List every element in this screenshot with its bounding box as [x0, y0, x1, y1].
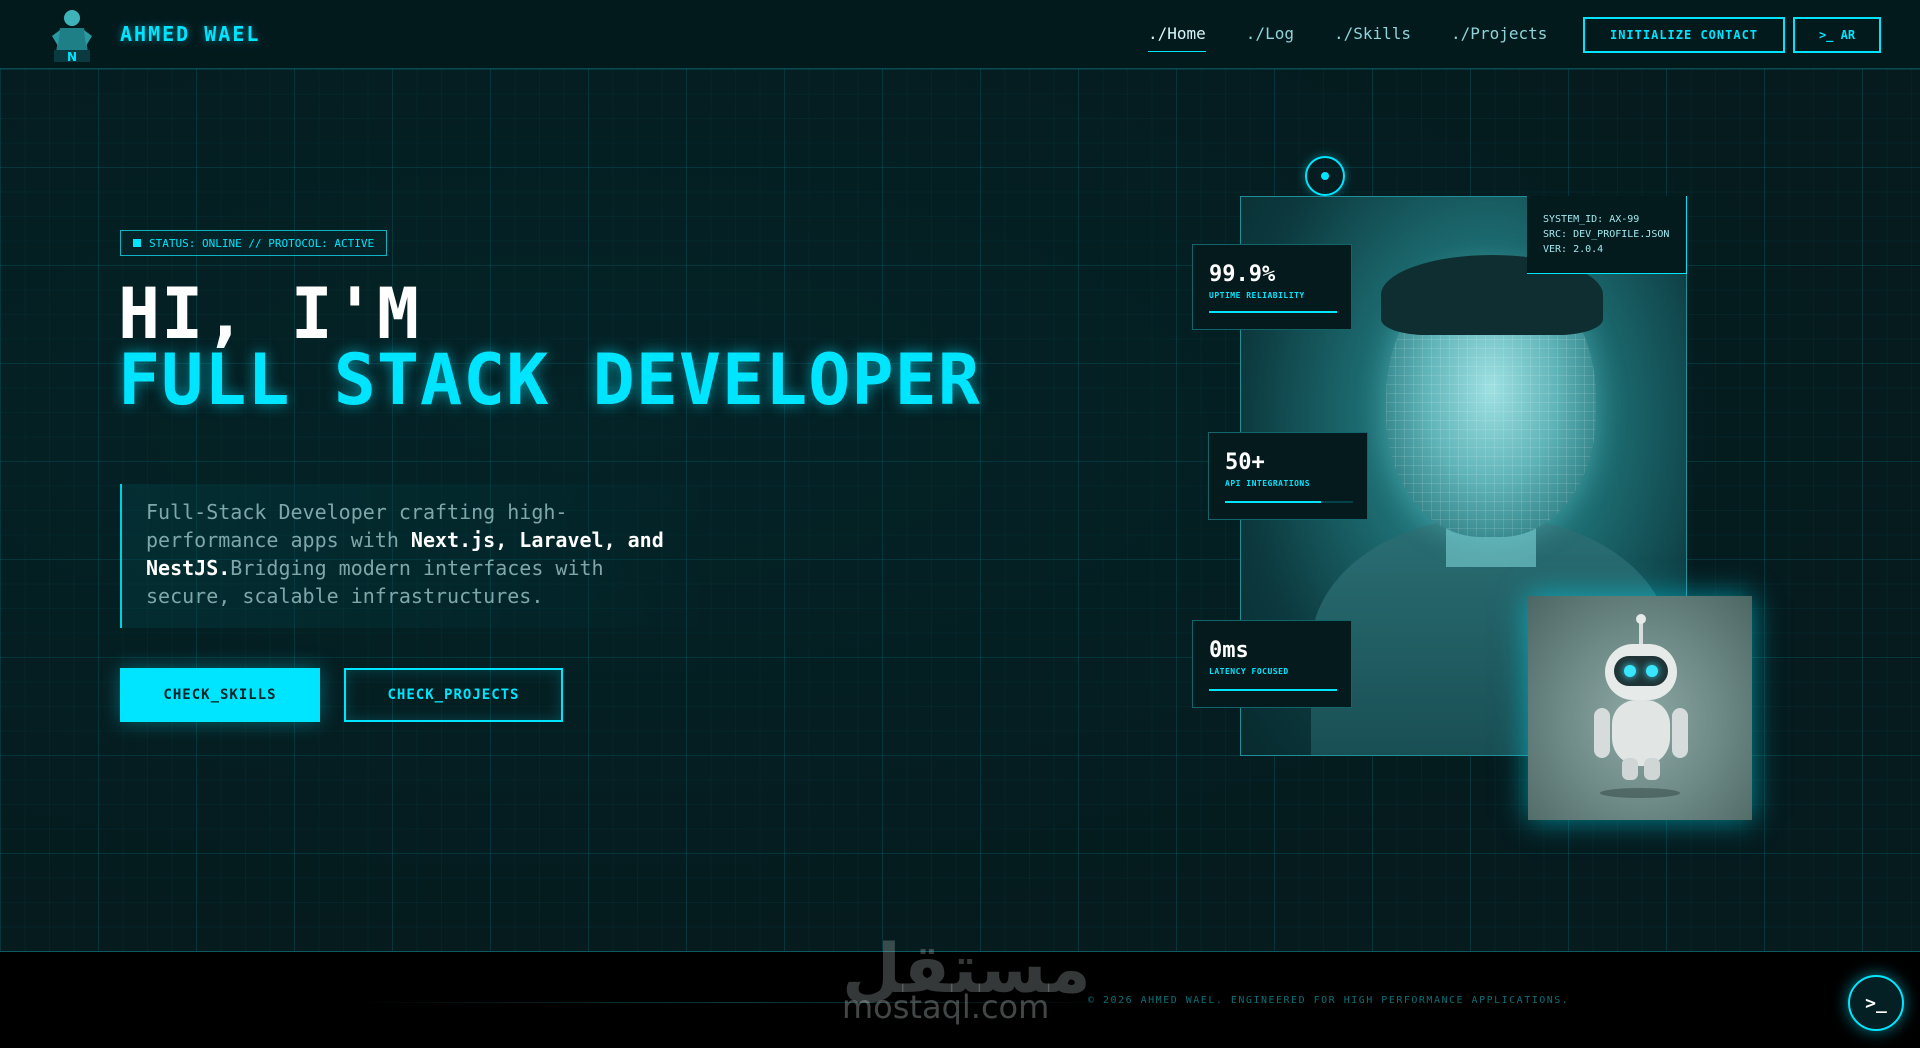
language-toggle-button[interactable]: >_ AR: [1793, 17, 1881, 53]
stat-label: UPTIME RELIABILITY: [1209, 291, 1305, 300]
stat-value: 0ms: [1209, 638, 1249, 663]
stat-card-api: 50+ API INTEGRATIONS: [1208, 432, 1368, 520]
stat-card-uptime: 99.9% UPTIME RELIABILITY: [1192, 244, 1352, 330]
hero-description: Full-Stack Developer crafting high-perfo…: [120, 484, 698, 628]
svg-text:N: N: [67, 50, 77, 64]
target-dot-icon: [1305, 156, 1345, 196]
nav-item-log[interactable]: ./Log: [1246, 24, 1294, 52]
status-indicator-icon: [133, 239, 141, 247]
system-info-panel: SYSTEM_ID: AX-99 SRC: DEV_PROFILE.JSON V…: [1527, 196, 1687, 274]
stat-value: 99.9%: [1209, 262, 1276, 287]
stat-bar: [1225, 501, 1321, 503]
nav-item-home[interactable]: ./Home: [1148, 24, 1206, 52]
logo-icon: N: [52, 10, 92, 64]
watermark-text: mostaql.com: [842, 988, 1050, 1026]
hero-role-title: FULL STACK DEVELOPER: [118, 339, 981, 421]
desc-tech-2: NestJS.: [146, 556, 231, 580]
check-projects-button[interactable]: CHECK_PROJECTS: [344, 668, 563, 722]
desc-tech-1: Next.js, Laravel, and: [410, 528, 664, 552]
nav-item-projects[interactable]: ./Projects: [1451, 24, 1547, 52]
terminal-icon: >_: [1865, 992, 1887, 1014]
system-id: SYSTEM_ID: AX-99: [1543, 214, 1640, 225]
status-badge: STATUS: ONLINE // PROTOCOL: ACTIVE: [120, 230, 388, 256]
robot-image: [1528, 596, 1752, 820]
stat-label: API INTEGRATIONS: [1225, 479, 1311, 488]
stat-card-latency: 0ms LATENCY FOCUSED: [1192, 620, 1352, 708]
brand-logo[interactable]: N: [44, 6, 100, 64]
stat-bar: [1209, 311, 1337, 313]
initialize-contact-button[interactable]: INITIALIZE CONTACT: [1583, 17, 1785, 53]
status-text: STATUS: ONLINE // PROTOCOL: ACTIVE: [149, 236, 375, 250]
brand-name[interactable]: AHMED WAEL: [120, 22, 260, 46]
system-version: VER: 2.0.4: [1543, 244, 1604, 255]
footer-copyright: © 2026 AHMED WAEL. ENGINEERED FOR HIGH P…: [1088, 995, 1570, 1006]
stat-value: 50+: [1225, 450, 1265, 475]
top-navbar: N AHMED WAEL ./Home ./Log ./Skills ./Pro…: [0, 0, 1920, 69]
check-skills-button[interactable]: CHECK_SKILLS: [120, 668, 320, 722]
terminal-button[interactable]: >_: [1848, 975, 1904, 1031]
system-src: SRC: DEV_PROFILE.JSON: [1543, 229, 1670, 240]
main-nav: ./Home ./Log ./Skills ./Projects: [1148, 24, 1547, 52]
stat-label: LATENCY FOCUSED: [1209, 667, 1289, 676]
nav-item-skills[interactable]: ./Skills: [1334, 24, 1411, 52]
stat-bar: [1209, 689, 1337, 691]
